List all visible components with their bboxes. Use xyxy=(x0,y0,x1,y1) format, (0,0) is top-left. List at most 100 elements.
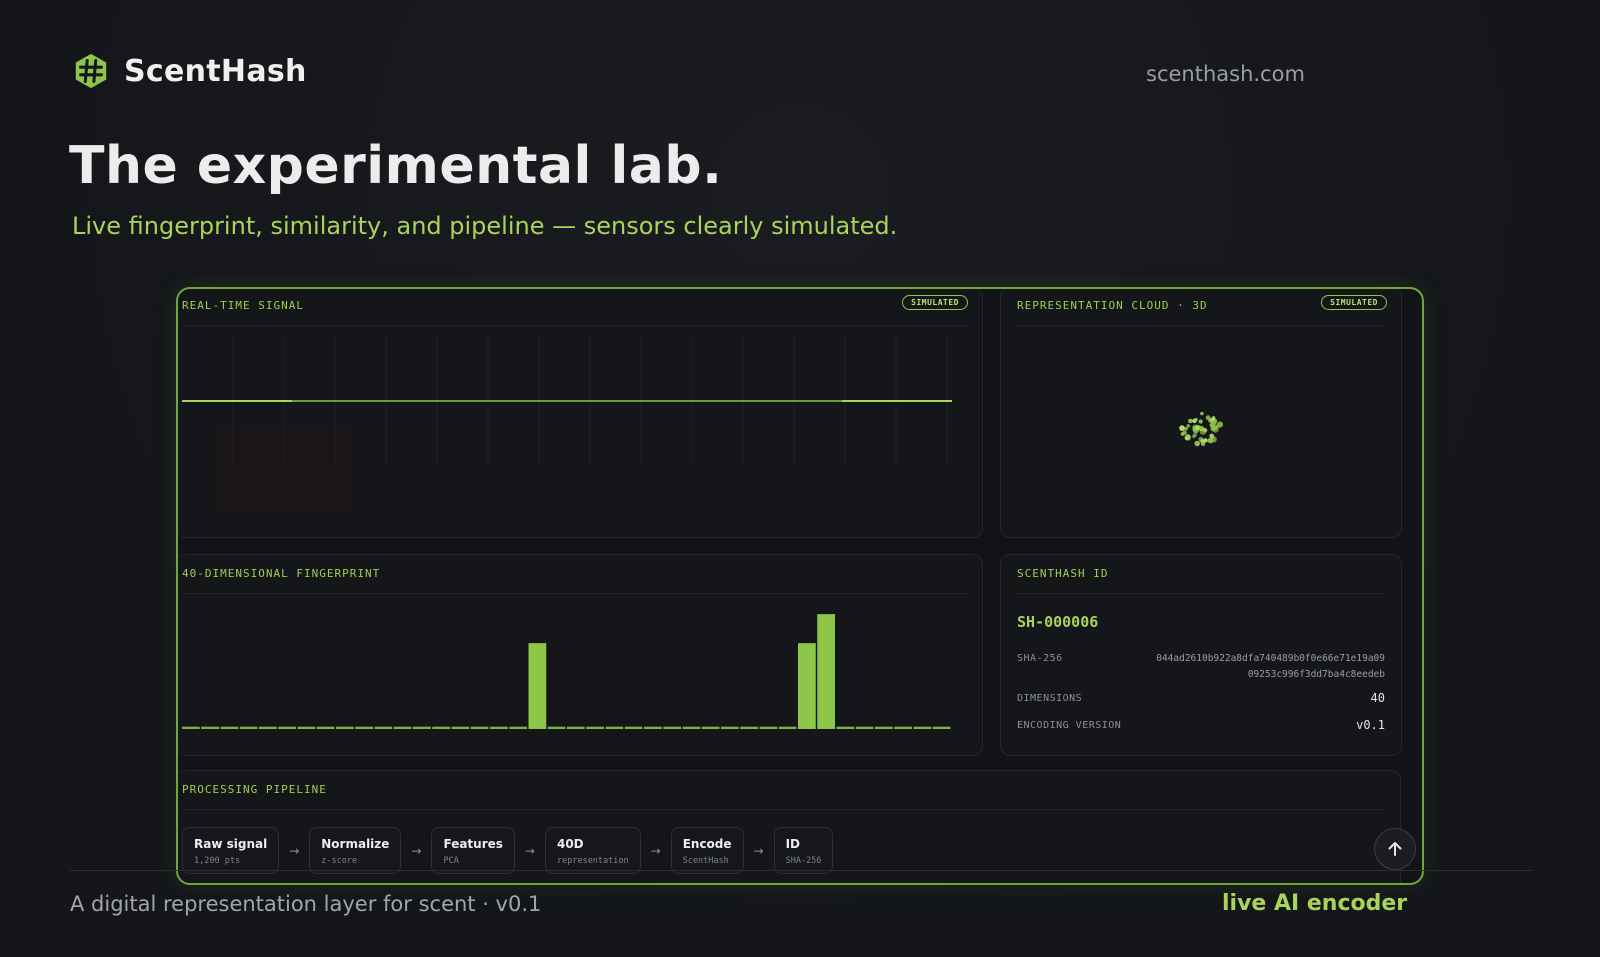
fingerprint-bar xyxy=(682,726,701,729)
step-label: Features xyxy=(443,837,503,851)
cloud-point xyxy=(1195,425,1200,430)
arrow-right-icon: → xyxy=(753,843,764,858)
cloud-point xyxy=(1207,437,1214,444)
fingerprint-bar xyxy=(509,726,527,729)
signal-heat-region xyxy=(212,425,352,515)
fingerprint-bar xyxy=(778,726,797,729)
scenthash-id: SH-000006 xyxy=(1017,613,1099,631)
brand[interactable]: ScentHash xyxy=(72,52,307,90)
pipeline-steps: Raw signal 1,200 pts → Normalize z-score… xyxy=(182,827,834,874)
fingerprint-bar xyxy=(355,726,373,729)
simulated-badge: SIMULATED xyxy=(1321,295,1387,310)
cloud-point xyxy=(1179,425,1185,431)
fingerprint-bar xyxy=(393,726,412,729)
scroll-to-top-button[interactable] xyxy=(1374,828,1416,870)
fingerprint-bar xyxy=(663,726,681,729)
divider xyxy=(1017,593,1385,594)
fingerprint-bar xyxy=(798,643,816,729)
fingerprint-bar xyxy=(316,726,335,729)
sha-label: SHA-256 xyxy=(1017,653,1063,664)
cloud-panel-title: REPRESENTATION CLOUD · 3D xyxy=(1017,299,1208,312)
site-url-link[interactable]: scenthash.com xyxy=(1146,62,1305,86)
step-label: Raw signal xyxy=(194,837,268,851)
cloud-point xyxy=(1192,418,1197,424)
signal-panel: REAL-TIME SIGNAL SIMULATED xyxy=(178,289,983,538)
cloud-point xyxy=(1198,419,1203,424)
fingerprint-chart xyxy=(182,614,951,729)
step-label: 40D xyxy=(556,837,584,851)
pipeline-step-features[interactable]: Features PCA xyxy=(431,827,515,874)
step-sub: 1,200 pts xyxy=(194,856,241,866)
cloud-point xyxy=(1198,436,1204,442)
divider xyxy=(1017,325,1385,326)
signal-plot xyxy=(182,335,952,515)
fingerprint-bar xyxy=(259,726,277,729)
fingerprint-bar xyxy=(336,726,354,729)
fingerprint-bar xyxy=(759,726,778,729)
fingerprint-bar xyxy=(297,726,316,729)
step-sub: representation xyxy=(556,856,629,866)
footer-tagline: A digital representation layer for scent… xyxy=(70,892,542,916)
cloud-point xyxy=(1182,430,1187,435)
arrow-right-icon: → xyxy=(524,843,535,858)
divider xyxy=(182,809,1384,810)
fingerprint-bar xyxy=(547,726,566,729)
cloud-point xyxy=(1186,424,1190,428)
arrow-right-icon: → xyxy=(289,843,300,858)
encoding-version-label: ENCODING VERSION xyxy=(1017,720,1122,731)
dimensions-value: 40 xyxy=(1370,691,1385,705)
fingerprint-bar xyxy=(605,726,624,729)
cloud-point xyxy=(1200,411,1204,416)
pipeline-step-raw-signal[interactable]: Raw signal 1,200 pts xyxy=(182,827,280,874)
pipeline-panel-title: PROCESSING PIPELINE xyxy=(182,783,327,796)
arrow-up-icon xyxy=(1388,842,1402,856)
id-panel: SCENTHASH ID SH-000006 SHA-256 044ad2610… xyxy=(1000,554,1402,756)
fingerprint-bar xyxy=(817,614,835,729)
point-cloud[interactable] xyxy=(1171,403,1231,453)
arrow-right-icon: → xyxy=(411,843,422,858)
hash-hexagon-icon xyxy=(75,53,107,89)
encoding-version-value: v0.1 xyxy=(1356,718,1385,732)
pipeline-step-normalize[interactable]: Normalize z-score xyxy=(309,827,402,874)
step-label: Encode xyxy=(682,837,732,851)
cloud-point xyxy=(1203,428,1208,433)
cloud-point xyxy=(1188,418,1193,424)
fingerprint-bar xyxy=(721,726,739,729)
pipeline-step-encode[interactable]: Encode ScentHash xyxy=(670,827,744,874)
fingerprint-bar xyxy=(586,726,604,729)
fingerprint-bar xyxy=(182,726,200,729)
fingerprint-bar xyxy=(913,726,932,729)
pipeline-panel: PROCESSING PIPELINE Raw signal 1,200 pts… xyxy=(178,770,1401,883)
pipeline-step-id[interactable]: ID SHA-256 xyxy=(773,827,834,874)
step-label: ID xyxy=(785,837,801,851)
fingerprint-bar xyxy=(701,726,720,729)
fingerprint-bar xyxy=(875,726,893,729)
pipeline-step-40d[interactable]: 40D representation xyxy=(544,827,641,874)
cloud-point xyxy=(1215,425,1220,429)
brand-name: ScentHash xyxy=(124,53,307,89)
fingerprint-bar xyxy=(220,726,239,729)
divider xyxy=(182,593,966,594)
cloud-point xyxy=(1200,441,1205,446)
simulated-badge: SIMULATED xyxy=(902,295,968,310)
fingerprint-bar xyxy=(855,726,874,729)
page-title: The experimental lab. xyxy=(69,136,723,196)
fingerprint-bar xyxy=(894,726,912,729)
fingerprint-panel: 40-DIMENSIONAL FINGERPRINT xyxy=(178,554,983,756)
step-sub: SHA-256 xyxy=(785,856,822,866)
fingerprint-bar xyxy=(239,726,258,729)
fingerprint-bar xyxy=(528,643,547,729)
footer-divider xyxy=(70,870,1532,871)
divider xyxy=(182,325,966,326)
fingerprint-bar xyxy=(451,726,470,729)
sha-value: 044ad2610b922a8dfa740489b0f0e66e71e19a09… xyxy=(1156,653,1385,680)
cloud-point xyxy=(1194,440,1200,447)
fingerprint-bar xyxy=(644,726,662,729)
step-sub: ScentHash xyxy=(682,856,729,866)
cloud-point xyxy=(1211,417,1215,422)
signal-panel-title: REAL-TIME SIGNAL xyxy=(182,299,304,312)
dimensions-label: DIMENSIONS xyxy=(1017,693,1083,704)
arrow-right-icon: → xyxy=(650,843,661,858)
page-subtitle: Live fingerprint, similarity, and pipeli… xyxy=(72,212,898,240)
step-label: Normalize xyxy=(321,837,390,851)
